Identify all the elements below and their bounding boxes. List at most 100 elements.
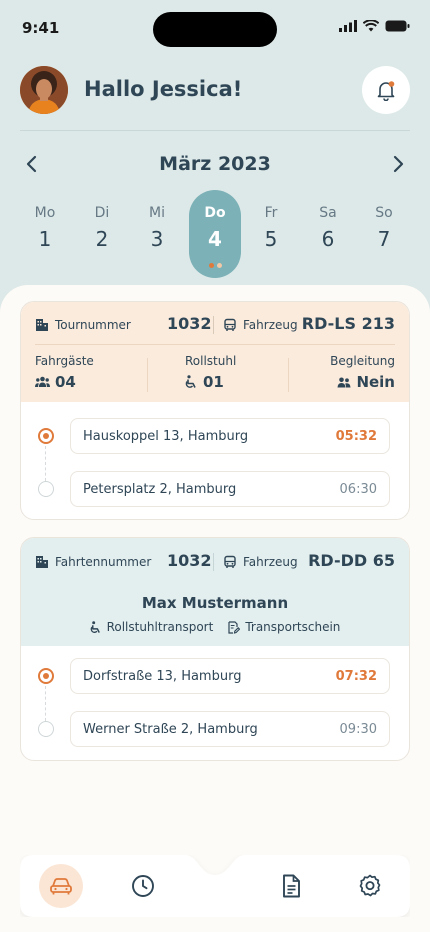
bus-icon: [224, 555, 236, 568]
event-dot: [216, 263, 222, 268]
stop-radio[interactable]: [38, 481, 54, 497]
header: Hallo Jessica!: [20, 66, 410, 116]
battery-icon: [385, 20, 410, 32]
nav-history[interactable]: [121, 864, 165, 908]
day-name: Di: [94, 205, 110, 221]
week-strip: Mo 1 Di 2 Mi 3 Do 4 Fr 5 Sa 6 So 7: [17, 190, 413, 278]
nav-documents[interactable]: [269, 864, 313, 908]
companion-icon: [337, 377, 351, 387]
trip-number-label: Fahrtennummer: [55, 555, 152, 569]
notification-button[interactable]: [362, 66, 410, 114]
tour-card-header: Tournummer 1032 Fahrzeug RD-LS 213 Fahrg…: [21, 302, 409, 402]
document-icon: [283, 874, 300, 898]
status-bar: 9:41: [0, 0, 430, 56]
day-date: 6: [321, 227, 335, 251]
day-name: Do: [204, 205, 226, 221]
day-date: 1: [38, 227, 52, 251]
wifi-icon: [363, 20, 379, 32]
bell-icon: [377, 81, 395, 101]
dynamic-island: [153, 12, 277, 47]
stat-label: Begleitung: [330, 354, 395, 368]
tour-stops: Hauskoppel 13, Hamburg 05:32 Petersplatz…: [21, 402, 409, 518]
stat-value: 04: [55, 373, 76, 391]
tour-number-label: Tournummer: [55, 318, 131, 332]
clock-icon: [132, 875, 154, 897]
day-sunday[interactable]: So 7: [358, 190, 410, 278]
vehicle-label-wrap: Fahrzeug: [223, 555, 298, 569]
day-tuesday[interactable]: Di 2: [76, 190, 128, 278]
trip-stops: Dorfstraße 13, Hamburg 07:32 Werner Stra…: [21, 646, 409, 760]
wheelchair-icon: [185, 375, 196, 388]
bottom-navigation: [20, 855, 410, 917]
day-name: Sa: [319, 205, 337, 221]
tour-card[interactable]: Tournummer 1032 Fahrzeug RD-LS 213 Fahrg…: [20, 301, 410, 520]
day-thursday-selected[interactable]: Do 4: [189, 190, 241, 278]
user-photo-icon: [20, 66, 68, 114]
day-saturday[interactable]: Sa 6: [302, 190, 354, 278]
day-name: So: [375, 205, 393, 221]
vehicle-label: Fahrzeug: [243, 555, 298, 569]
day-name: Mi: [149, 205, 165, 221]
stat-value-wrap: 01: [185, 373, 285, 391]
stop-item[interactable]: Dorfstraße 13, Hamburg 07:32: [70, 658, 390, 694]
vehicle-plate: RD-DD 65: [308, 551, 395, 570]
month-navigation: März 2023: [20, 150, 410, 180]
greeting: Hallo Jessica!: [84, 77, 243, 101]
separator: [213, 553, 214, 571]
stop-address: Dorfstraße 13, Hamburg: [83, 669, 242, 684]
month-title: März 2023: [159, 153, 271, 175]
tour-number: 1032: [167, 314, 212, 333]
bus-icon: [224, 318, 236, 331]
stop-time: 05:32: [335, 429, 377, 444]
day-wednesday[interactable]: Mi 3: [131, 190, 183, 278]
day-date: 2: [95, 227, 109, 251]
stat-divider: [147, 358, 148, 392]
stat-wheelchair: Rollstuhl 01: [185, 354, 285, 394]
stop-item[interactable]: Werner Straße 2, Hamburg 09:30: [70, 711, 390, 747]
stop-radio-active[interactable]: [38, 668, 54, 684]
day-monday[interactable]: Mo 1: [19, 190, 71, 278]
building-icon: [36, 556, 48, 568]
day-name: Mo: [34, 205, 56, 221]
stat-passengers: Fahrgäste 04: [35, 354, 145, 394]
day-date: 7: [377, 227, 391, 251]
avatar[interactable]: [20, 66, 68, 114]
day-friday[interactable]: Fr 5: [245, 190, 297, 278]
stop-time: 06:30: [339, 482, 377, 497]
tour-info-row: Tournummer 1032 Fahrzeug RD-LS 213: [35, 314, 395, 336]
header-divider-line: [35, 344, 395, 345]
day-date: 5: [264, 227, 278, 251]
chevron-right-icon[interactable]: [388, 152, 408, 176]
trip-card[interactable]: Fahrtennummer 1032 Fahrzeug RD-DD 65 Max…: [20, 537, 410, 761]
stop-address: Werner Straße 2, Hamburg: [83, 722, 258, 737]
document-edit-icon: [228, 620, 241, 634]
nav-settings[interactable]: [348, 864, 392, 908]
stop-time: 09:30: [339, 722, 377, 737]
day-date: 3: [150, 227, 164, 251]
stat-companion: Begleitung Nein: [285, 354, 395, 394]
trip-number: 1032: [167, 551, 212, 570]
status-icons: [339, 20, 410, 32]
vehicle-label-wrap: Fahrzeug: [223, 318, 298, 332]
stop-address: Hauskoppel 13, Hamburg: [83, 429, 249, 444]
stat-value: Nein: [356, 373, 395, 391]
stop-item[interactable]: Hauskoppel 13, Hamburg 05:32: [70, 418, 390, 454]
passenger-name: Max Mustermann: [141, 594, 289, 612]
stop-radio[interactable]: [38, 721, 54, 737]
trip-card-header: Fahrtennummer 1032 Fahrzeug RD-DD 65 Max…: [21, 538, 409, 646]
car-icon: [50, 878, 72, 895]
stat-value-wrap: 04: [35, 373, 145, 391]
signal-icon: [339, 20, 357, 32]
route-dash: [45, 686, 46, 721]
tour-stats: Fahrgäste 04 Rollstuhl 01 Begleitung Nei…: [35, 354, 395, 394]
trip-number-label-wrap: Fahrtennummer: [35, 555, 151, 569]
nav-trips[interactable]: [39, 864, 83, 908]
stat-value-wrap: Nein: [285, 373, 395, 391]
stop-item[interactable]: Petersplatz 2, Hamburg 06:30: [70, 471, 390, 507]
day-name: Fr: [264, 205, 278, 221]
route-dash: [45, 446, 46, 481]
day-date: 4: [208, 227, 222, 251]
people-icon: [35, 376, 50, 387]
stat-label: Fahrgäste: [35, 354, 94, 368]
stop-radio-active[interactable]: [38, 428, 54, 444]
